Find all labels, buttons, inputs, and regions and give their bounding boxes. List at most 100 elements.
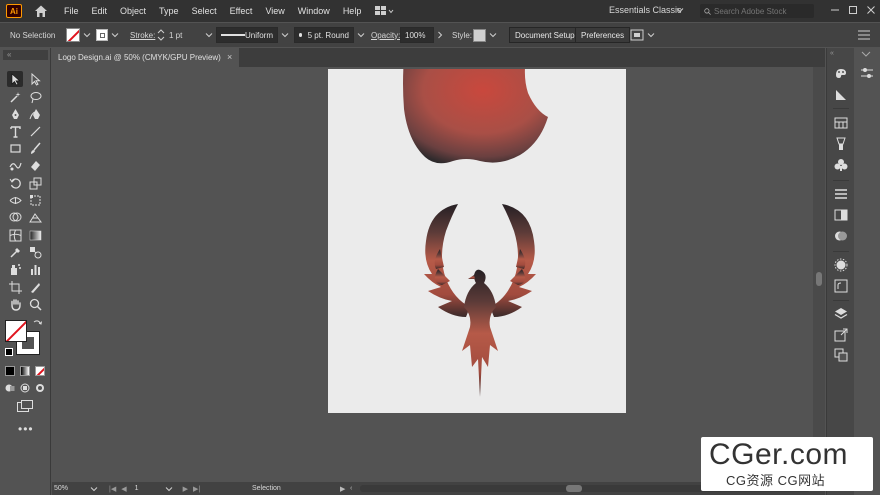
chevron-down-icon[interactable] <box>205 31 213 39</box>
rotate-tool[interactable] <box>7 175 23 191</box>
opacity-label[interactable]: Opacity: <box>371 23 400 47</box>
magic-wand-tool[interactable] <box>7 89 23 105</box>
rectangle-tool[interactable] <box>7 140 23 156</box>
blend-tool[interactable] <box>27 244 43 260</box>
column-graph-tool[interactable] <box>27 261 43 277</box>
chevron-down-icon[interactable] <box>489 31 497 39</box>
first-artboard-icon[interactable]: |◀ <box>109 485 116 493</box>
brush-definition[interactable]: 5 pt. Round <box>294 23 365 47</box>
zoom-value[interactable]: 50% <box>54 485 86 492</box>
opacity-input[interactable]: 100% <box>400 27 434 43</box>
eraser-tool[interactable] <box>27 157 43 173</box>
color-guide-icon[interactable] <box>834 88 848 102</box>
swatches-icon[interactable] <box>834 116 848 130</box>
document-setup-button[interactable]: Document Setup <box>509 27 581 43</box>
selection-tool[interactable] <box>7 71 23 87</box>
menu-view[interactable]: View <box>265 6 284 16</box>
stroke-weight-stepper[interactable]: 1 pt <box>157 23 213 47</box>
line-tool[interactable] <box>27 123 43 139</box>
profile-dropdown[interactable]: Uniform <box>216 27 278 43</box>
export-icon[interactable] <box>834 328 848 342</box>
artboard[interactable] <box>328 69 626 413</box>
default-fill-stroke-icon[interactable] <box>5 348 13 356</box>
symbols-icon[interactable] <box>834 158 848 172</box>
gradient-panel-icon[interactable] <box>834 208 848 222</box>
chevron-down-icon[interactable] <box>676 6 684 14</box>
stock-search[interactable] <box>700 4 814 18</box>
lasso-tool[interactable] <box>27 89 43 105</box>
toolbar-collapse-icon[interactable]: « <box>3 50 48 60</box>
tab-close-icon[interactable]: × <box>227 52 232 62</box>
panel-menu-icon[interactable] <box>857 29 871 41</box>
menu-file[interactable]: File <box>64 6 79 16</box>
pen-tool[interactable] <box>7 106 23 122</box>
horizontal-scroll-thumb[interactable] <box>566 485 582 492</box>
document-tab[interactable]: Logo Design.ai @ 50% (CMYK/GPU Preview) … <box>52 48 239 67</box>
width-tool[interactable] <box>7 192 23 208</box>
chevron-right-icon[interactable] <box>436 31 444 39</box>
perspective-tool[interactable] <box>27 209 43 225</box>
hand-tool[interactable] <box>7 296 23 312</box>
maximize-icon[interactable] <box>847 4 859 16</box>
artboard-number[interactable]: 1 <box>135 485 165 492</box>
symbol-sprayer-tool[interactable] <box>7 261 23 277</box>
eyedropper-tool[interactable] <box>7 244 23 260</box>
menu-effect[interactable]: Effect <box>230 6 253 16</box>
chevron-down-icon[interactable] <box>281 31 289 39</box>
fill-stroke-widget[interactable] <box>5 320 43 356</box>
search-input[interactable] <box>714 6 814 16</box>
menu-type[interactable]: Type <box>159 6 179 16</box>
status-menu-icon[interactable]: ▶ <box>340 483 345 494</box>
apple-shape[interactable] <box>403 69 548 164</box>
screen-mode-icon[interactable] <box>17 400 33 412</box>
shaper-tool[interactable] <box>7 157 23 173</box>
align-icon[interactable] <box>630 29 644 41</box>
curvature-tool[interactable] <box>27 106 43 122</box>
zoom-tool[interactable] <box>27 296 43 312</box>
graphic-styles-icon[interactable] <box>834 279 848 293</box>
slice-tool[interactable] <box>27 279 43 295</box>
menu-help[interactable]: Help <box>343 6 362 16</box>
close-icon[interactable] <box>865 4 877 16</box>
scroll-thumb[interactable] <box>816 272 822 286</box>
stepper-icon[interactable] <box>157 28 165 42</box>
stroke-panel-icon[interactable] <box>834 187 848 201</box>
artboards-panel-icon[interactable] <box>834 348 848 362</box>
prev-artboard-icon[interactable]: ◀ <box>121 485 126 493</box>
gradient-tool[interactable] <box>27 227 43 243</box>
align-options[interactable] <box>630 23 655 47</box>
paintbrush-tool[interactable] <box>27 140 43 156</box>
type-tool[interactable] <box>7 123 23 139</box>
vertical-scrollbar[interactable] <box>813 67 825 482</box>
dock-expand-icon[interactable]: « <box>830 50 850 58</box>
fill-control[interactable] <box>66 23 91 47</box>
scale-tool[interactable] <box>27 175 43 191</box>
chevron-down-icon[interactable] <box>111 31 119 39</box>
next-artboard-icon[interactable]: ▶ <box>183 485 188 493</box>
variable-width-profile[interactable]: Uniform <box>216 23 289 47</box>
menu-object[interactable]: Object <box>120 6 146 16</box>
fill-swatch[interactable] <box>66 28 80 42</box>
chevron-down-icon[interactable] <box>90 485 98 493</box>
graphic-style-swatch[interactable] <box>473 28 486 42</box>
workspace-switcher[interactable]: Essentials Classic <box>609 5 682 15</box>
artboard-tool[interactable] <box>7 279 23 295</box>
chevron-down-icon[interactable] <box>165 485 173 493</box>
last-artboard-icon[interactable]: ▶| <box>193 485 200 493</box>
direct-selection-tool[interactable] <box>27 71 43 87</box>
stroke-swatch[interactable] <box>96 29 108 41</box>
graphic-style-control[interactable] <box>473 23 497 47</box>
color-panel-icon[interactable] <box>834 66 848 80</box>
stroke-control[interactable] <box>96 23 119 47</box>
free-transform-tool[interactable] <box>27 192 43 208</box>
menu-select[interactable]: Select <box>192 6 217 16</box>
panel-collapse-icon[interactable] <box>861 51 871 59</box>
mesh-tool[interactable] <box>7 227 23 243</box>
canvas[interactable] <box>52 67 825 482</box>
zoom-field[interactable]: 50% <box>54 483 98 494</box>
home-icon[interactable] <box>34 4 48 18</box>
phoenix-logo[interactable] <box>424 204 536 397</box>
scroll-left-icon[interactable]: ‹ <box>350 483 352 494</box>
preferences-button[interactable]: Preferences <box>575 27 631 43</box>
opacity-field[interactable]: 100% <box>400 23 444 47</box>
